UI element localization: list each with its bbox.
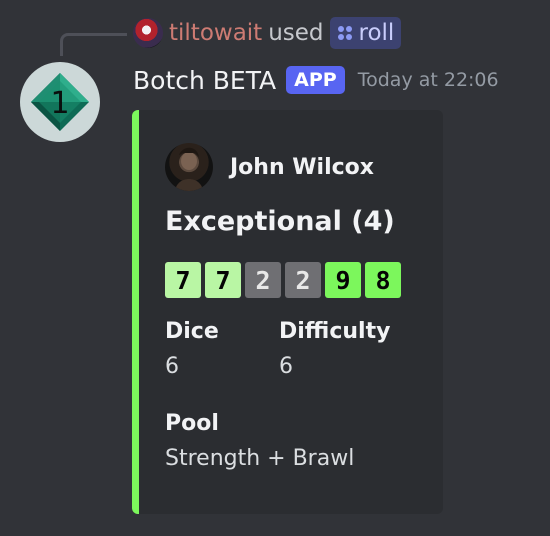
message-header: Botch BETA APP Today at 22:06 xyxy=(133,62,499,98)
slash-command-icon xyxy=(337,26,352,40)
app-badge: APP xyxy=(286,66,345,94)
die-result: 2 xyxy=(245,262,281,298)
bot-avatar[interactable]: 1 xyxy=(20,62,100,142)
command-mention[interactable]: roll xyxy=(329,17,402,49)
field-difficulty-label: Difficulty xyxy=(279,319,391,344)
avatar-digit: 1 xyxy=(50,86,69,121)
field-pool-value: Strength + Brawl xyxy=(165,446,355,471)
field-difficulty: Difficulty 6 xyxy=(279,319,390,379)
roll-embed: John Wilcox Exceptional (4) 7 7 2 2 9 8 … xyxy=(132,110,443,514)
reply-context[interactable]: tiltowait used roll xyxy=(133,16,402,50)
reply-action-text: used xyxy=(268,20,324,46)
diamond-number-icon: 1 xyxy=(31,73,89,131)
author-name: John Wilcox xyxy=(230,154,374,180)
command-name[interactable]: roll xyxy=(359,20,395,46)
field-pool-label: Pool xyxy=(165,411,219,436)
dice-results: 7 7 2 2 9 8 xyxy=(165,262,401,298)
bot-name[interactable]: Botch BETA xyxy=(133,66,276,95)
field-pool: Pool Strength + Brawl xyxy=(165,411,354,471)
die-result: 7 xyxy=(165,262,201,298)
message-timestamp[interactable]: Today at 22:06 xyxy=(358,69,499,91)
reply-connector-line xyxy=(60,33,127,56)
die-result: 7 xyxy=(205,262,241,298)
die-result: 9 xyxy=(325,262,361,298)
field-dice: Dice 6 xyxy=(165,319,219,379)
die-result: 8 xyxy=(365,262,401,298)
die-result: 2 xyxy=(285,262,321,298)
reply-username[interactable]: tiltowait xyxy=(169,20,262,46)
embed-title: Exceptional (4) xyxy=(165,206,395,237)
field-difficulty-value: 6 xyxy=(279,354,293,379)
author-avatar xyxy=(165,143,213,191)
field-dice-value: 6 xyxy=(165,354,179,379)
reply-user-avatar[interactable] xyxy=(133,18,163,48)
field-dice-label: Dice xyxy=(165,319,219,344)
embed-author: John Wilcox xyxy=(165,143,374,191)
